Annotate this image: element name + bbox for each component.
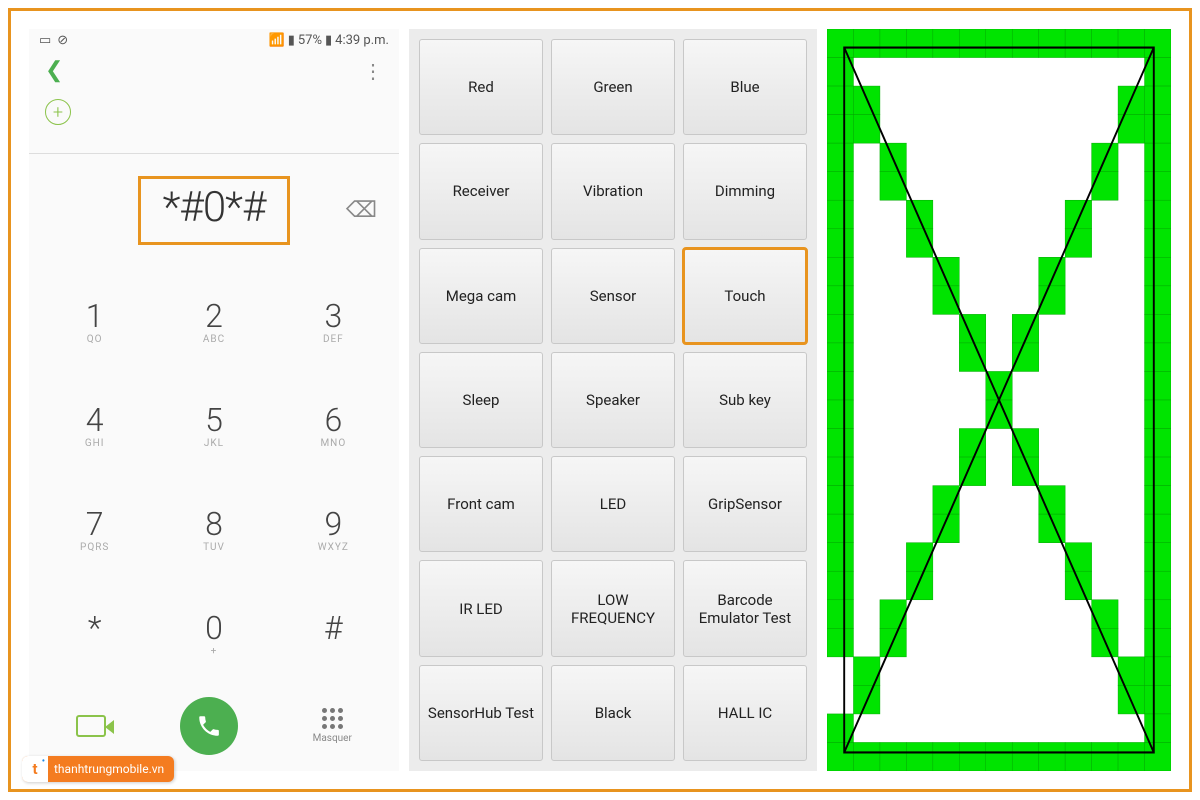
key-2[interactable]: 2ABC	[154, 271, 273, 375]
test-button-red[interactable]: Red	[419, 39, 543, 135]
touch-test-panel[interactable]	[827, 29, 1171, 771]
hide-keypad-label: Masquer	[313, 733, 352, 744]
test-button-front-cam[interactable]: Front cam	[419, 456, 543, 552]
call-button[interactable]	[180, 697, 238, 755]
wifi-icon: 📶	[269, 33, 285, 48]
key-6[interactable]: 6MNO	[274, 375, 393, 479]
test-button-sub-key[interactable]: Sub key	[683, 352, 807, 448]
watermark-text: thanhtrungmobile.vn	[48, 762, 164, 776]
test-button-blue[interactable]: Blue	[683, 39, 807, 135]
test-button-black[interactable]: Black	[551, 665, 675, 761]
watermark-badge: t thanhtrungmobile.vn	[22, 756, 174, 782]
test-button-vibration[interactable]: Vibration	[551, 143, 675, 239]
watermark-logo: t	[22, 756, 48, 782]
keypad: 1QO 2ABC 3DEF 4GHI 5JKL 6MNO 7PQRS 8TUV …	[29, 261, 399, 687]
battery-pct: 57%	[298, 33, 322, 48]
test-button-touch[interactable]: Touch	[683, 248, 807, 344]
dialer-panel: ▭ ⊘ 📶 ▮ 57% ▮ 4:39 p.m. ❮ ⋮ + *#0*# ⌫	[29, 29, 399, 771]
test-button-ir-led[interactable]: IR LED	[419, 560, 543, 656]
test-button-hall-ic[interactable]: HALL IC	[683, 665, 807, 761]
test-button-receiver[interactable]: Receiver	[419, 143, 543, 239]
test-button-dimming[interactable]: Dimming	[683, 143, 807, 239]
test-button-gripsensor[interactable]: GripSensor	[683, 456, 807, 552]
test-button-sensor[interactable]: Sensor	[551, 248, 675, 344]
divider	[29, 153, 399, 154]
back-button[interactable]: ❮	[45, 58, 63, 83]
key-1[interactable]: 1QO	[35, 271, 154, 375]
key-9[interactable]: 9WXYZ	[274, 479, 393, 583]
key-star[interactable]: *	[35, 583, 154, 687]
test-button-green[interactable]: Green	[551, 39, 675, 135]
overflow-menu-button[interactable]: ⋮	[363, 66, 383, 76]
key-7[interactable]: 7PQRS	[35, 479, 154, 583]
backspace-button[interactable]: ⌫	[346, 198, 377, 223]
test-button-sleep[interactable]: Sleep	[419, 352, 543, 448]
signal-icon: ▮	[288, 33, 295, 48]
key-5[interactable]: 5JKL	[154, 375, 273, 479]
mute-icon: ⊘	[57, 33, 68, 48]
status-bar: ▭ ⊘ 📶 ▮ 57% ▮ 4:39 p.m.	[29, 29, 399, 48]
video-call-button[interactable]	[76, 715, 106, 737]
test-button-low-frequency[interactable]: LOW FREQUENCY	[551, 560, 675, 656]
test-button-sensorhub-test[interactable]: SensorHub Test	[419, 665, 543, 761]
screenshot-icon: ▭	[39, 33, 51, 48]
test-button-barcode-emulator-test[interactable]: Barcode Emulator Test	[683, 560, 807, 656]
dial-input[interactable]: *#0*#	[163, 183, 266, 232]
key-0[interactable]: 0+	[154, 583, 273, 687]
phone-icon	[196, 713, 222, 739]
key-hash[interactable]: #	[274, 583, 393, 687]
dial-code-highlight: *#0*#	[138, 176, 291, 245]
test-button-led[interactable]: LED	[551, 456, 675, 552]
add-contact-button[interactable]: +	[45, 99, 71, 125]
key-3[interactable]: 3DEF	[274, 271, 393, 375]
touch-trace-line	[844, 48, 1154, 753]
clock: 4:39 p.m.	[335, 33, 389, 48]
test-button-speaker[interactable]: Speaker	[551, 352, 675, 448]
key-8[interactable]: 8TUV	[154, 479, 273, 583]
key-4[interactable]: 4GHI	[35, 375, 154, 479]
touch-test-canvas	[827, 29, 1171, 771]
hide-keypad-button[interactable]: Masquer	[313, 708, 352, 744]
test-button-mega-cam[interactable]: Mega cam	[419, 248, 543, 344]
test-menu-panel: RedGreenBlue ReceiverVibrationDimming Mega…	[409, 29, 817, 771]
battery-icon: ▮	[325, 33, 332, 48]
